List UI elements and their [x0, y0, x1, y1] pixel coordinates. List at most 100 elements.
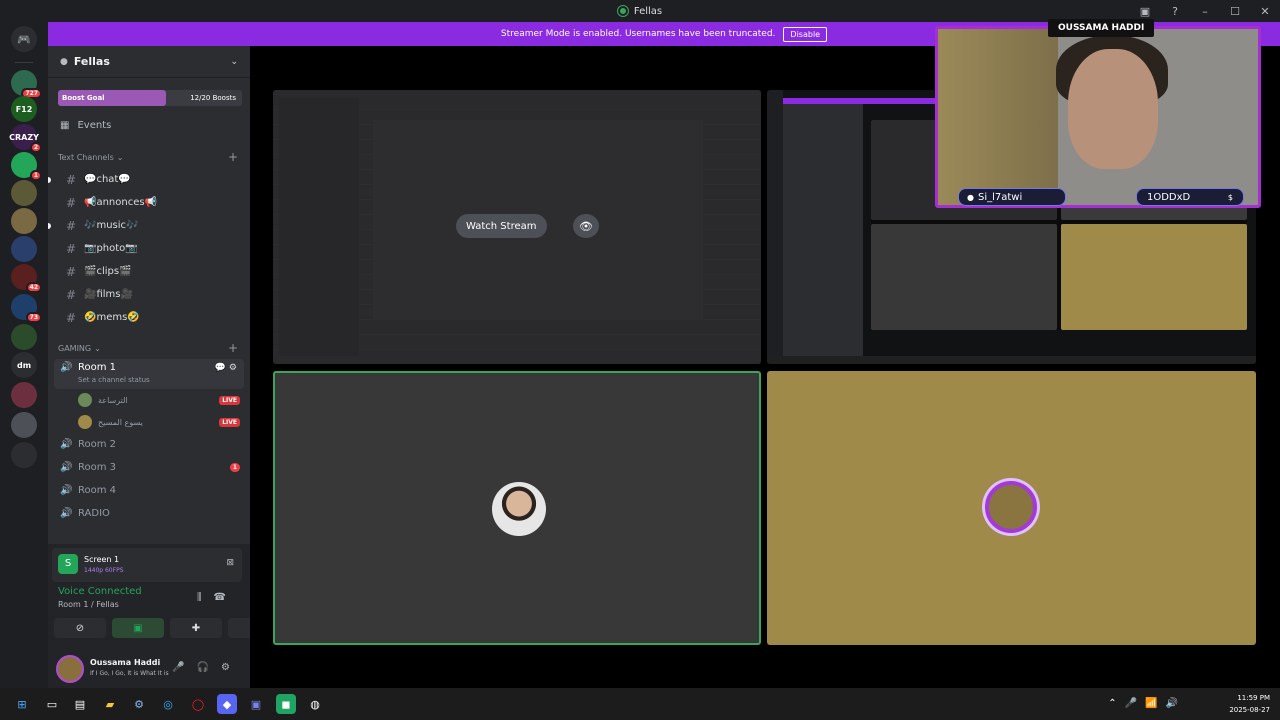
voice-connected-label[interactable]: Voice Connected: [58, 586, 142, 597]
category-gaming[interactable]: GAMING ⌄ +: [48, 337, 250, 359]
camera-off-button[interactable]: ⊘: [54, 618, 106, 638]
events-item[interactable]: ▦ Events: [48, 110, 250, 140]
channel-name: Room 4: [78, 485, 117, 496]
hash-icon: #: [66, 264, 77, 279]
widgets-icon[interactable]: ▤: [70, 694, 90, 714]
channel-name: 🎥films🎥: [84, 289, 133, 300]
text-channel[interactable]: # 🎥films🎥: [54, 283, 244, 306]
opera-icon[interactable]: ◯: [188, 694, 208, 714]
text-channel[interactable]: # 🎶music🎶: [48, 214, 244, 237]
participant-tile-1[interactable]: [273, 371, 761, 645]
text-channel[interactable]: # 🎬clips🎬: [54, 260, 244, 283]
guild-name: Fellas: [73, 55, 110, 68]
text-channel[interactable]: # 📢annonces📢: [54, 191, 244, 214]
voice-location[interactable]: Room 1 / Fellas: [58, 600, 119, 609]
channel-status[interactable]: Set a channel status: [78, 376, 150, 384]
stream-tile-preview[interactable]: Watch Stream 👁: [273, 90, 761, 364]
server-icon[interactable]: 1: [11, 152, 42, 181]
voice-member[interactable]: الترساعة LIVE: [48, 389, 250, 411]
task-view-icon[interactable]: ▭: [42, 694, 62, 714]
edge-icon[interactable]: ◎: [158, 694, 178, 714]
server-icon[interactable]: [11, 180, 37, 206]
server-icon[interactable]: F12: [11, 96, 37, 122]
stop-stream-icon[interactable]: ⊠: [226, 558, 234, 568]
voice-member[interactable]: يسوع المسيح LIVE: [48, 411, 250, 433]
avatar: [985, 481, 1037, 533]
home-button[interactable]: 🎮: [11, 26, 37, 52]
guild-header[interactable]: ● Fellas ⌄: [48, 46, 250, 78]
participant-tile-2[interactable]: [767, 371, 1256, 645]
taskbar: ⊞ ▭ ▤ ▰ ⚙ ◎ ◯ ◆ ▣ ◼ ◍ ⌃🎤📶🔊 11:59 PM 2025…: [0, 688, 1280, 720]
disable-button[interactable]: Disable: [783, 26, 828, 42]
rail-separator: [15, 62, 33, 63]
server-icon[interactable]: CRAZY 2: [9, 124, 42, 153]
speaker-icon: 🔊: [60, 485, 73, 496]
hash-icon: #: [66, 287, 77, 302]
server-icon[interactable]: [11, 412, 37, 438]
text-channel[interactable]: # 💬chat💬: [48, 168, 244, 191]
avatar: [78, 393, 92, 407]
add-channel-icon[interactable]: +: [228, 341, 238, 355]
chevron-down-icon: ⌄: [94, 343, 101, 353]
voice-channel[interactable]: 🔊 Room 2: [54, 433, 244, 456]
system-tray[interactable]: ⌃🎤📶🔊: [1108, 698, 1186, 709]
voice-channel[interactable]: 🔊 Room 4: [54, 479, 244, 502]
channel-name: Room 1: [78, 362, 117, 373]
preview-sidebar: [279, 98, 359, 356]
server-icon[interactable]: [11, 442, 37, 468]
server-icon[interactable]: [11, 324, 37, 350]
category-text-channels[interactable]: Text Channels ⌄ +: [48, 146, 250, 168]
add-channel-icon[interactable]: +: [228, 150, 238, 164]
discord-icon[interactable]: ◆: [217, 694, 237, 714]
server-icon[interactable]: [11, 236, 37, 262]
mini-rail: [767, 90, 783, 358]
app-icon[interactable]: ◍: [305, 694, 325, 714]
chevron-down-icon[interactable]: ⌄: [230, 57, 238, 67]
watch-stream-button[interactable]: Watch Stream: [456, 214, 547, 238]
voice-channel[interactable]: 🔊 RADIO: [54, 502, 244, 525]
coin-icon: $: [1227, 192, 1233, 202]
webcam-person: [1068, 49, 1158, 169]
avatar[interactable]: [56, 655, 84, 683]
windows-start-icon[interactable]: ⊞: [12, 694, 32, 714]
notification-badge: 42: [25, 282, 42, 293]
mini-tile: [871, 224, 1057, 330]
screen-share-button[interactable]: ▣: [112, 618, 164, 638]
maximize-button[interactable]: ☐: [1220, 5, 1250, 18]
screen-share-card[interactable]: S Screen 1 1440p 60FPS ⊠: [52, 548, 242, 582]
voice-actions[interactable]: ⫼☎: [197, 592, 238, 603]
server-icon[interactable]: 727: [11, 70, 42, 99]
help-icon[interactable]: ?: [1160, 5, 1190, 18]
eye-icon[interactable]: 👁: [573, 214, 599, 238]
clock-time: 11:59 PM: [1237, 694, 1270, 702]
teams-icon[interactable]: ▣: [246, 694, 266, 714]
boost-goal-bar[interactable]: Boost Goal 12/20 Boosts: [58, 90, 242, 106]
file-explorer-icon[interactable]: ▰: [100, 694, 120, 714]
voice-channel[interactable]: 🔊 Room 3 1: [54, 456, 244, 479]
text-channel[interactable]: # 📷photo📷: [54, 237, 244, 260]
notification-badge: 1: [29, 170, 42, 181]
channel-actions[interactable]: 💬⚙: [215, 363, 240, 373]
server-icon[interactable]: 73: [11, 294, 42, 323]
game-app-icon[interactable]: ◼: [276, 694, 296, 714]
user-controls[interactable]: 🎤🎧⚙: [172, 662, 242, 673]
settings-icon[interactable]: ⚙: [129, 694, 149, 714]
screen-share-icon[interactable]: ▣: [1130, 5, 1160, 18]
user-status: If I Go, I Go, It is What It is: [90, 670, 169, 677]
voice-channel-room-1[interactable]: 🔊 Room 1 Set a channel status 💬⚙: [54, 359, 244, 389]
close-button[interactable]: ✕: [1250, 5, 1280, 18]
server-icon[interactable]: dm: [11, 352, 37, 378]
activities-button[interactable]: ✚: [170, 618, 222, 638]
server-icon[interactable]: [11, 382, 37, 408]
minimize-button[interactable]: –: [1190, 5, 1220, 18]
text-channel[interactable]: # 🤣mems🤣: [54, 306, 244, 329]
channel-name: 💬chat💬: [84, 174, 131, 185]
server-icon[interactable]: 42: [11, 264, 42, 293]
webcam-overlay: [935, 26, 1261, 208]
tag-text: Si_l7atwi: [977, 191, 1023, 203]
username[interactable]: Oussama Haddi: [90, 658, 160, 667]
server-icon[interactable]: [11, 208, 37, 234]
notification-badge: 2: [29, 142, 42, 153]
clock[interactable]: 11:59 PM 2025-08-27: [1210, 692, 1270, 716]
globe-icon: ●: [60, 56, 68, 67]
